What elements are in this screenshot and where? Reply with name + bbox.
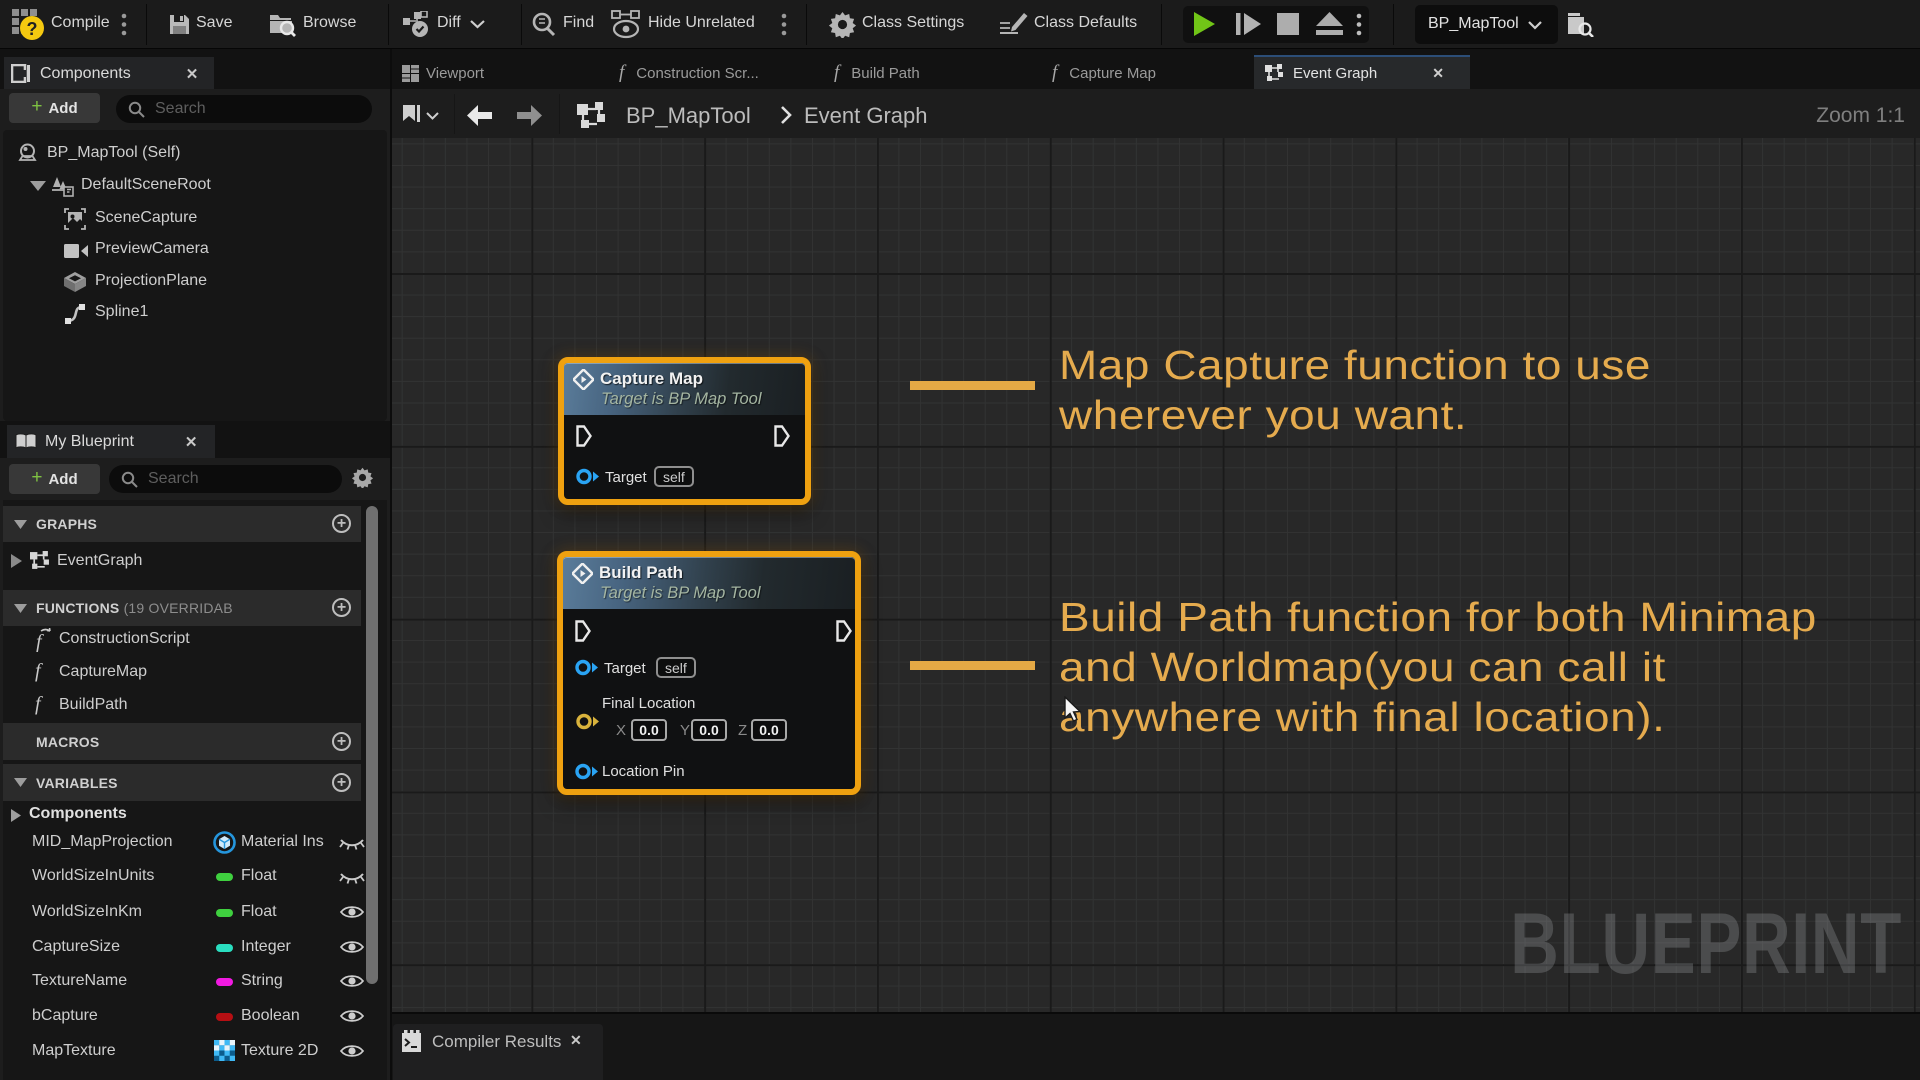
svg-text:f: f	[36, 631, 44, 652]
svg-text:?: ?	[27, 19, 38, 39]
svg-text:f: f	[35, 693, 43, 715]
svg-text:f: f	[35, 660, 43, 682]
